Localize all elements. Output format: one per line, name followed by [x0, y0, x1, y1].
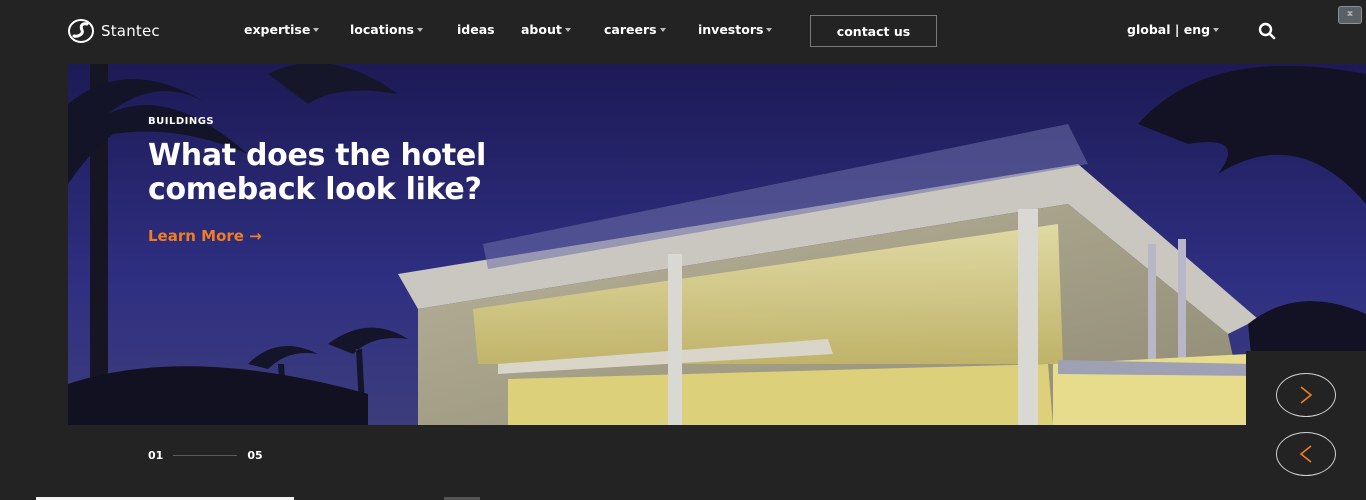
site-header: Stantec expertise locations ideas about …	[0, 0, 1366, 62]
carousel-pager: 01 05	[148, 449, 263, 462]
nav-expertise[interactable]: expertise	[244, 22, 320, 37]
nav-ideas-label: ideas	[457, 22, 495, 37]
carousel-prev-button[interactable]	[1276, 432, 1336, 476]
nav-locations-label: locations	[350, 22, 414, 37]
learn-more-link[interactable]: Learn More →	[148, 227, 262, 245]
chevron-left-icon	[1299, 445, 1312, 463]
hero-headline: What does the hotel comeback look like?	[148, 139, 668, 207]
pager-progress-line	[173, 455, 238, 456]
chevron-down-icon	[1213, 27, 1220, 32]
nav-investors-label: investors	[698, 22, 764, 37]
chevron-right-icon	[1300, 386, 1313, 404]
chevron-down-icon	[564, 27, 571, 32]
nav-ideas[interactable]: ideas	[457, 22, 495, 37]
nav-locations[interactable]: locations	[350, 22, 423, 37]
contact-us-button[interactable]: contact us	[810, 15, 937, 47]
nav-careers-label: careers	[604, 22, 657, 37]
search-icon[interactable]	[1258, 22, 1276, 40]
chevron-down-icon	[313, 27, 320, 32]
chevron-down-icon	[659, 27, 666, 32]
carousel-next-button[interactable]	[1276, 373, 1336, 417]
language-label: global | eng	[1127, 22, 1211, 37]
browser-extension-icon[interactable]: ⌘	[1338, 6, 1362, 24]
language-selector[interactable]: global | eng	[1127, 22, 1220, 37]
chevron-down-icon	[416, 27, 423, 32]
nav-about-label: about	[521, 22, 562, 37]
nav-careers[interactable]: careers	[604, 22, 666, 37]
nav-about[interactable]: about	[521, 22, 571, 37]
brand-name: Stantec	[101, 22, 160, 40]
hero-headline-line-1: What does the hotel	[148, 138, 486, 173]
chevron-down-icon	[766, 27, 773, 32]
pager-current: 01	[148, 449, 164, 462]
stantec-logo-icon	[68, 19, 94, 43]
nav-investors[interactable]: investors	[698, 22, 773, 37]
hero-headline-line-2: comeback look like?	[148, 172, 482, 207]
pager-total: 05	[247, 449, 263, 462]
stantec-logo[interactable]: Stantec	[68, 19, 160, 43]
hero-copy: BUILDINGS What does the hotel comeback l…	[148, 116, 668, 246]
hero-category: BUILDINGS	[148, 116, 215, 127]
hero-banner: BUILDINGS What does the hotel comeback l…	[68, 64, 1366, 425]
nav-expertise-label: expertise	[244, 22, 311, 37]
